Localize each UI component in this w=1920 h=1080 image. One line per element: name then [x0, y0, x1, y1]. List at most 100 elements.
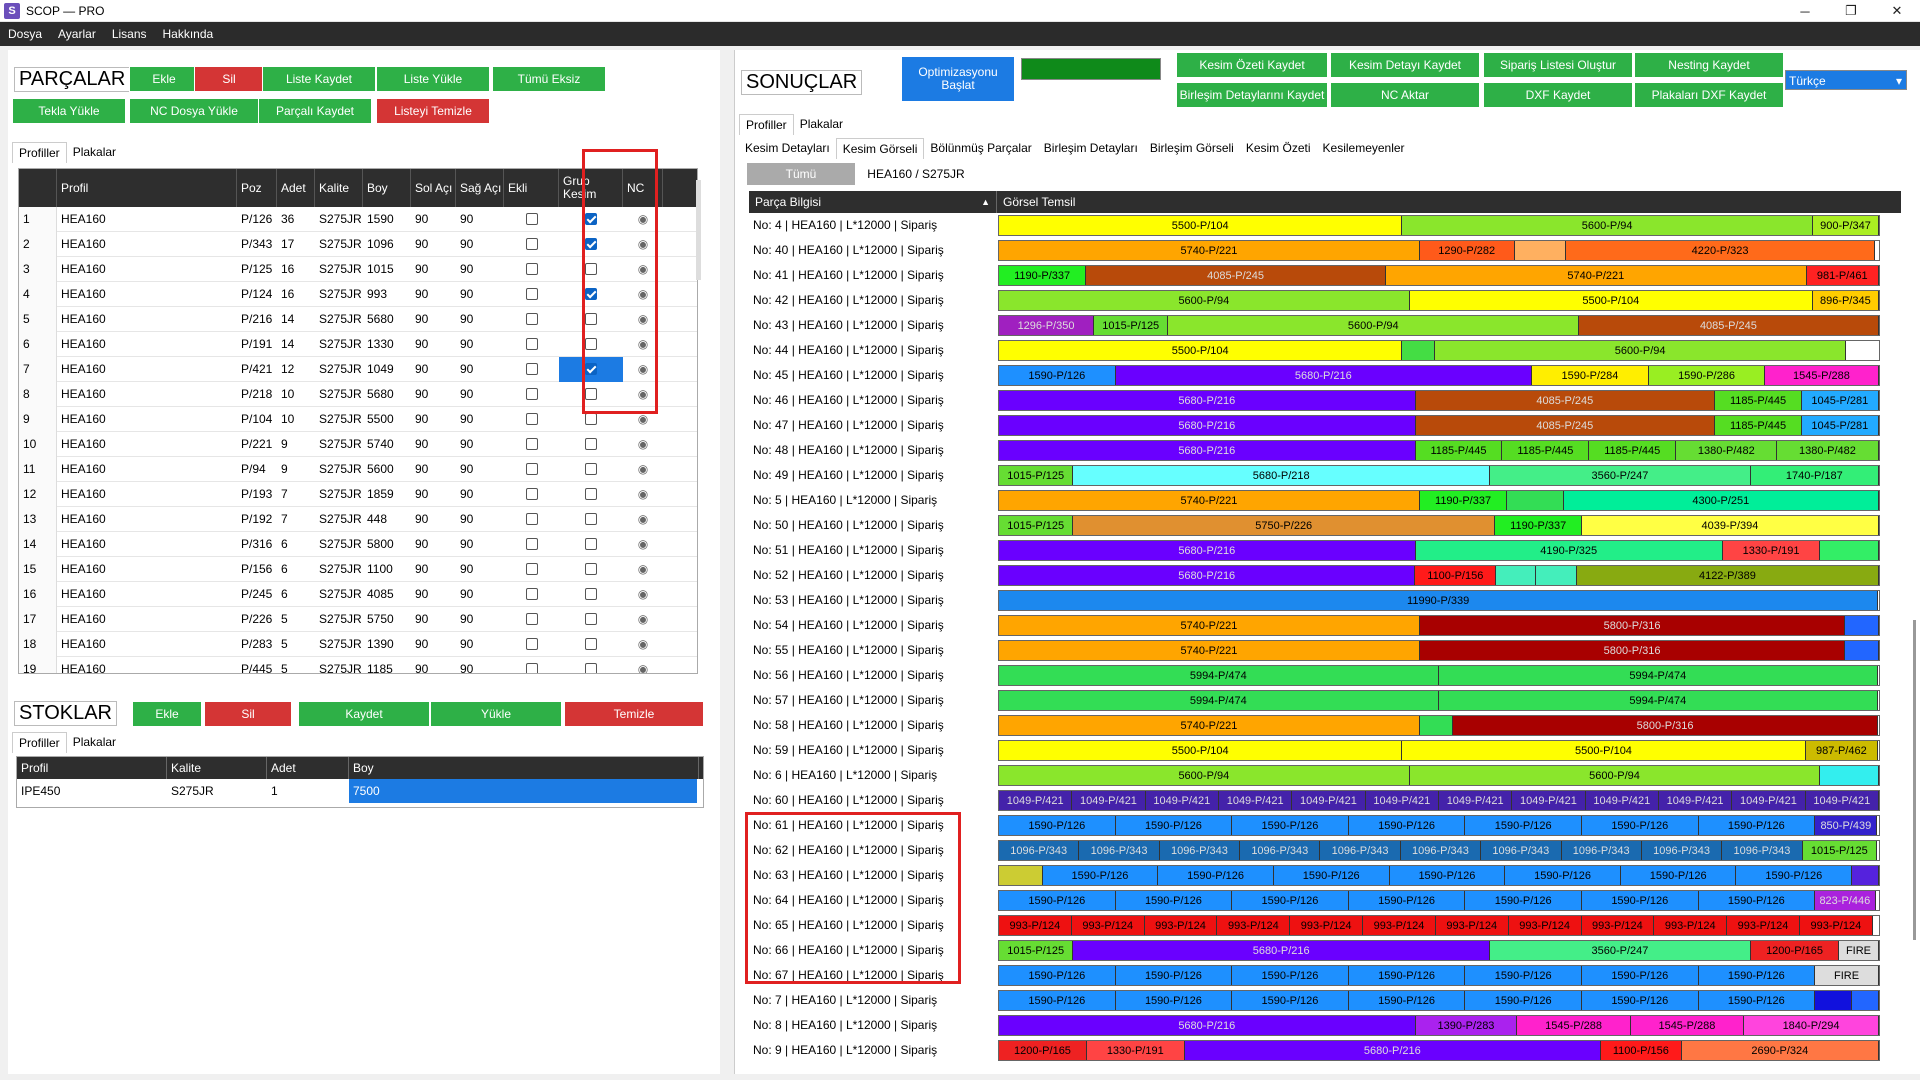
col-boy[interactable]: Boy — [363, 169, 411, 207]
save-nesting-button[interactable]: Nesting Kaydet — [1634, 52, 1784, 78]
save-list-button[interactable]: Liste Kaydet — [262, 66, 376, 92]
ekli-checkbox[interactable] — [525, 488, 538, 501]
table-row[interactable]: 14 HEA160 P/316 6 S275JR 5800 90 90 ◉ — [19, 531, 697, 557]
grup-kesim-checkbox[interactable] — [585, 613, 597, 626]
parts-tab-plakalar[interactable]: Plakalar — [67, 142, 122, 163]
subtab-bolunmus-parcalar[interactable]: Bölünmüş Parçalar — [924, 138, 1037, 159]
table-row[interactable]: 18 HEA160 P/283 5 S275JR 1390 90 90 ◉ — [19, 631, 697, 657]
cut-bar-row[interactable]: No: 56 | HEA160 | L*12000 | Sipariş 5994-… — [749, 663, 1901, 688]
language-select[interactable]: Türkçe ▾ — [1785, 70, 1907, 90]
save-join-details-button[interactable]: Birleşim Detaylarını Kaydet — [1176, 82, 1328, 108]
cut-bar-row[interactable]: No: 6 | HEA160 | L*12000 | Sipariş 5600-P… — [749, 763, 1901, 788]
ekli-checkbox[interactable] — [525, 238, 538, 251]
stock-row[interactable]: IPE450 S275JR 1 7500 — [17, 779, 703, 803]
ekli-checkbox[interactable] — [525, 463, 538, 476]
nc-view-icon[interactable]: ◉ — [623, 632, 663, 657]
table-row[interactable]: 2 HEA160 P/343 17 S275JR 1096 90 90 ◉ — [19, 231, 697, 257]
ekli-checkbox[interactable] — [525, 388, 538, 401]
table-row[interactable]: 13 HEA160 P/192 7 S275JR 448 90 90 ◉ — [19, 506, 697, 532]
nc-view-icon[interactable]: ◉ — [623, 482, 663, 507]
results-tab-profiller[interactable]: Profiller — [739, 114, 794, 135]
cut-bar-row[interactable]: No: 65 | HEA160 | L*12000 | Sipariş 993-P… — [749, 913, 1901, 938]
nc-view-icon[interactable]: ◉ — [623, 407, 663, 432]
stocks-add-button[interactable]: Ekle — [132, 701, 202, 727]
ekli-checkbox[interactable] — [525, 613, 538, 626]
col-sag-aci[interactable]: Sağ Açı — [456, 169, 504, 207]
table-row[interactable]: 17 HEA160 P/226 5 S275JR 5750 90 90 ◉ — [19, 606, 697, 632]
save-dxf-button[interactable]: DXF Kaydet — [1483, 82, 1633, 108]
table-row[interactable]: 15 HEA160 P/156 6 S275JR 1100 90 90 ◉ — [19, 556, 697, 582]
col-profil[interactable]: Profil — [57, 169, 237, 207]
cut-bar-row[interactable]: No: 60 | HEA160 | L*12000 | Sipariş 1049-… — [749, 788, 1901, 813]
col-sol-aci[interactable]: Sol Açı — [411, 169, 456, 207]
save-cut-detail-button[interactable]: Kesim Detayı Kaydet — [1330, 52, 1480, 78]
parts-scrollbar[interactable] — [696, 180, 701, 280]
subtab-kesim-ozeti[interactable]: Kesim Özeti — [1240, 138, 1317, 159]
menu-hakkinda[interactable]: Hakkında — [155, 22, 222, 46]
cut-bar-row[interactable]: No: 8 | HEA160 | L*12000 | Sipariş 5680-P… — [749, 1013, 1901, 1038]
clear-list-button[interactable]: Listeyi Temizle — [376, 98, 490, 124]
table-row[interactable]: 12 HEA160 P/193 7 S275JR 1859 90 90 ◉ — [19, 481, 697, 507]
col-parca-bilgisi[interactable]: Parça Bilgisi ▲ — [749, 191, 997, 213]
nc-view-icon[interactable]: ◉ — [623, 532, 663, 557]
col-kalite[interactable]: Kalite — [315, 169, 363, 207]
nc-view-icon[interactable]: ◉ — [623, 357, 663, 382]
cut-bar-row[interactable]: No: 42 | HEA160 | L*12000 | Sipariş 5600-… — [749, 288, 1901, 313]
optimize-start-button[interactable]: Optimizasyonu Başlat — [901, 56, 1015, 102]
cut-bar-row[interactable]: No: 44 | HEA160 | L*12000 | Sipariş 5500-… — [749, 338, 1901, 363]
cut-bar-row[interactable]: No: 67 | HEA160 | L*12000 | Sipariş 1590-… — [749, 963, 1901, 988]
cut-bar-row[interactable]: No: 59 | HEA160 | L*12000 | Sipariş 5500-… — [749, 738, 1901, 763]
save-plates-dxf-button[interactable]: Plakaları DXF Kaydet — [1634, 82, 1784, 108]
nc-view-icon[interactable]: ◉ — [623, 307, 663, 332]
col-nc[interactable]: NC — [623, 169, 663, 207]
stock-col-adet[interactable]: Adet — [267, 757, 349, 779]
grup-kesim-checkbox[interactable] — [585, 638, 597, 651]
nc-view-icon[interactable]: ◉ — [623, 507, 663, 532]
cut-bar-row[interactable]: No: 5 | HEA160 | L*12000 | Sipariş 5740-P… — [749, 488, 1901, 513]
table-row[interactable]: 1 HEA160 P/126 36 S275JR 1590 90 90 ◉ — [19, 206, 697, 232]
table-row[interactable]: 19 HEA160 P/445 5 S275JR 1185 90 90 ◉ — [19, 656, 697, 674]
nc-view-icon[interactable]: ◉ — [623, 282, 663, 307]
subtab-kesim-detaylari[interactable]: Kesim Detayları — [739, 138, 836, 159]
nc-view-icon[interactable]: ◉ — [623, 557, 663, 582]
create-order-list-button[interactable]: Sipariş Listesi Oluştur — [1483, 52, 1633, 78]
col-poz[interactable]: Poz — [237, 169, 277, 207]
save-parts-button[interactable]: Parçalı Kaydet — [258, 98, 372, 124]
stocks-clear-button[interactable]: Temizle — [564, 701, 704, 727]
grup-kesim-checkbox[interactable] — [585, 213, 597, 226]
subtab-birlesim-detaylari[interactable]: Birleşim Detayları — [1038, 138, 1144, 159]
nc-view-icon[interactable]: ◉ — [623, 657, 663, 674]
maximize-button[interactable]: ❐ — [1828, 0, 1874, 22]
cut-bar-row[interactable]: No: 53 | HEA160 | L*12000 | Sipariş 11990… — [749, 588, 1901, 613]
nc-export-button[interactable]: NC Aktar — [1330, 82, 1480, 108]
grup-kesim-checkbox[interactable] — [585, 513, 597, 526]
stocks-tab-profiller[interactable]: Profiller — [12, 732, 67, 753]
grup-kesim-checkbox[interactable] — [585, 288, 597, 301]
save-cut-summary-button[interactable]: Kesim Özeti Kaydet — [1176, 52, 1328, 78]
stocks-delete-button[interactable]: Sil — [204, 701, 292, 727]
nc-file-load-button[interactable]: NC Dosya Yükle — [129, 98, 259, 124]
grup-kesim-checkbox[interactable] — [585, 313, 597, 326]
all-eksiz-button[interactable]: Tümü Eksiz — [492, 66, 606, 92]
col-grup-kesim[interactable]: Grup Kesim — [559, 169, 623, 207]
tekla-load-button[interactable]: Tekla Yükle — [12, 98, 126, 124]
nc-view-icon[interactable]: ◉ — [623, 207, 663, 232]
table-row[interactable]: 6 HEA160 P/191 14 S275JR 1330 90 90 ◉ — [19, 331, 697, 357]
nc-view-icon[interactable]: ◉ — [623, 457, 663, 482]
stock-col-kalite[interactable]: Kalite — [167, 757, 267, 779]
col-ekli[interactable]: Ekli — [504, 169, 559, 207]
ekli-checkbox[interactable] — [525, 563, 538, 576]
filter-profile-tab[interactable]: HEA160 / S275JR — [861, 163, 971, 185]
ekli-checkbox[interactable] — [525, 338, 538, 351]
stock-col-boy[interactable]: Boy — [349, 757, 699, 779]
parts-tab-profiller[interactable]: Profiller — [12, 142, 67, 163]
results-tab-plakalar[interactable]: Plakalar — [794, 114, 849, 135]
cut-bar-row[interactable]: No: 9 | HEA160 | L*12000 | Sipariş 1200-P… — [749, 1038, 1901, 1063]
stock-boy[interactable]: 7500 — [349, 779, 697, 803]
cut-bar-row[interactable]: No: 43 | HEA160 | L*12000 | Sipariş 1296-… — [749, 313, 1901, 338]
menu-lisans[interactable]: Lisans — [104, 22, 155, 46]
col-gorsel-temsil[interactable]: Görsel Temsil — [997, 195, 1075, 209]
stocks-save-button[interactable]: Kaydet — [298, 701, 430, 727]
nc-view-icon[interactable]: ◉ — [623, 332, 663, 357]
cut-bar-row[interactable]: No: 57 | HEA160 | L*12000 | Sipariş 5994-… — [749, 688, 1901, 713]
